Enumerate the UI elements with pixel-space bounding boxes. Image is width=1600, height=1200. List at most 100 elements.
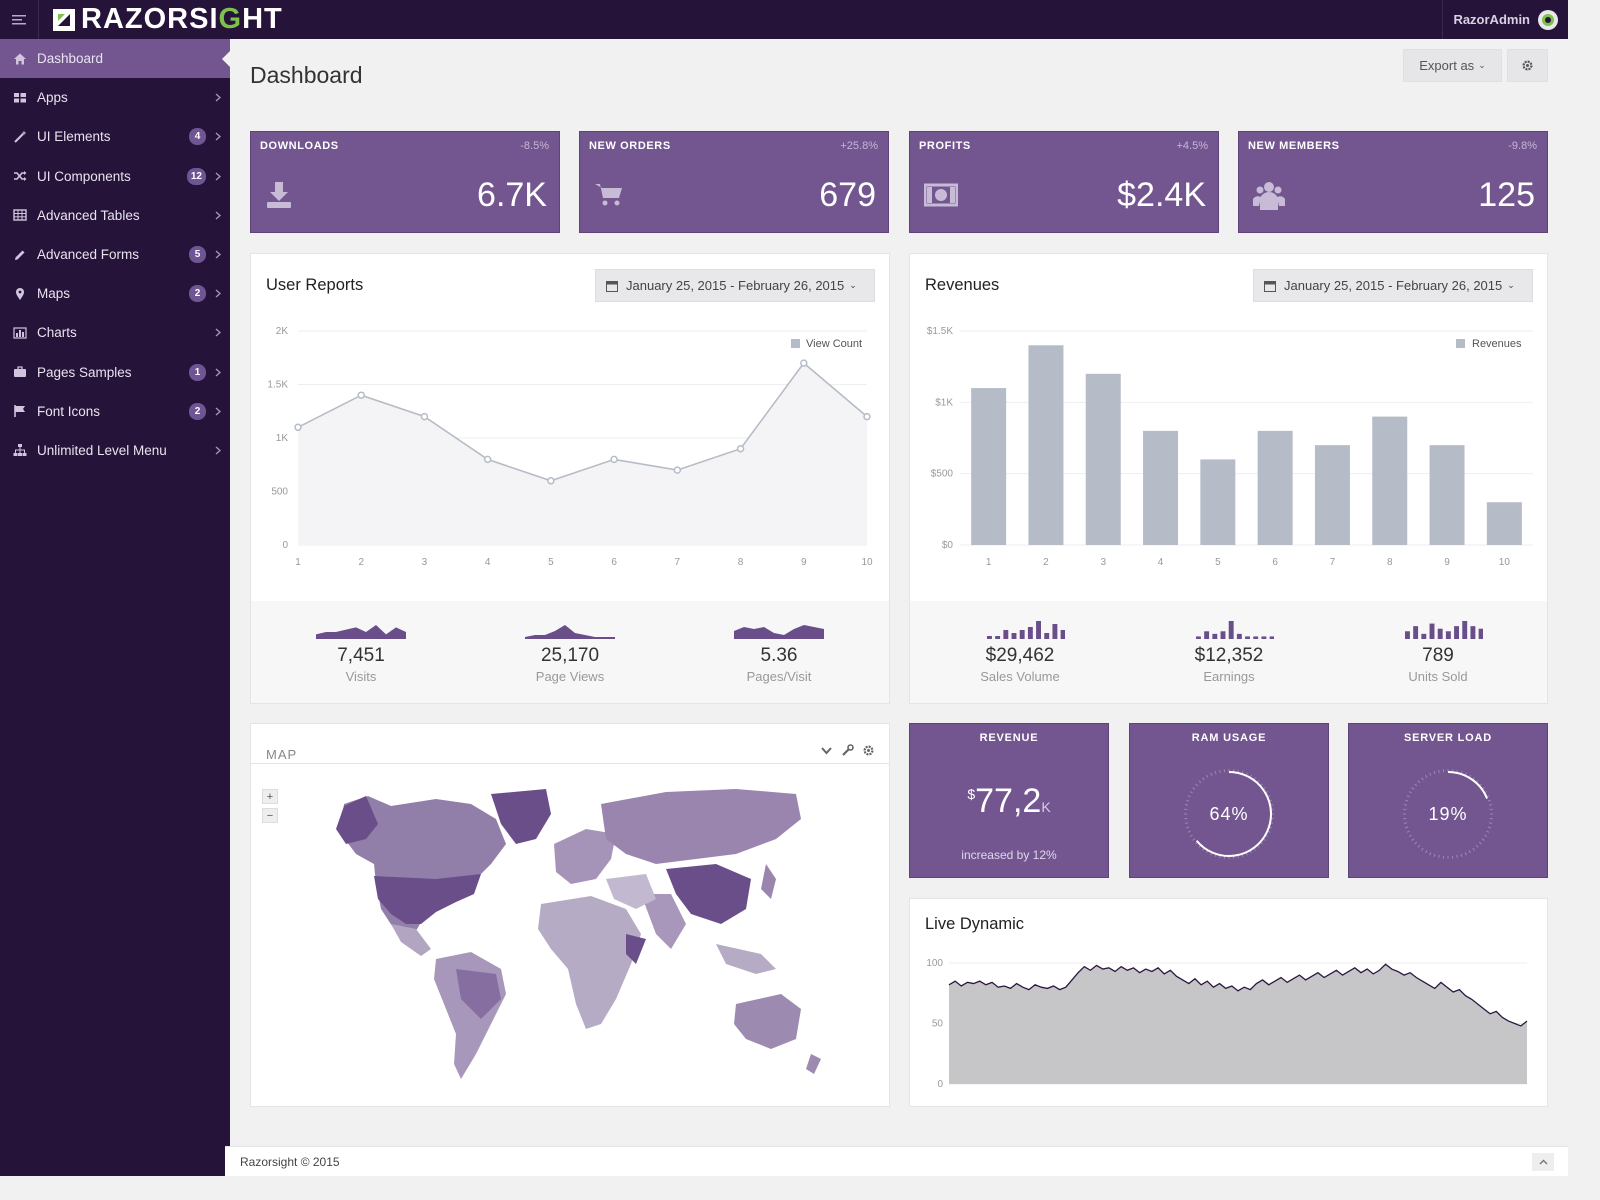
sidebar-item-label: Advanced Tables: [37, 207, 140, 223]
briefcase-icon: [13, 365, 27, 379]
sparkline-bar: [1044, 633, 1050, 639]
bar: [1314, 445, 1350, 545]
gauge-tick: [1429, 772, 1432, 776]
sidebar-item-maps[interactable]: Maps 2: [0, 274, 230, 313]
sparkline: [316, 625, 406, 639]
user-menu[interactable]: RazorAdmin: [1442, 0, 1568, 39]
summary-label: Page Views: [535, 669, 605, 684]
sidebar-item-charts[interactable]: Charts: [0, 313, 230, 352]
gauge-tick: [1189, 791, 1193, 794]
tile-label: SERVER LOAD: [1403, 732, 1493, 744]
brand-logo[interactable]: RAZORSI G HT: [53, 3, 283, 36]
gauge-tick: [1187, 830, 1191, 833]
logo-mark-icon: [53, 8, 75, 31]
panel-title: Revenues: [925, 276, 1000, 294]
world-map[interactable]: [296, 784, 856, 1094]
panel-title: User Reports: [266, 276, 364, 294]
map-marker-icon: [13, 287, 27, 301]
sidebar-item-font-icons[interactable]: Font Icons 2: [0, 392, 230, 431]
x-tick-label: 6: [611, 557, 617, 568]
data-point: [357, 391, 365, 399]
live-dynamic-panel: Live Dynamic 0 50 100: [909, 898, 1548, 1107]
money-icon: [924, 180, 958, 212]
date-range-label: January 25, 2015 - February 26, 2015: [1284, 278, 1503, 293]
scroll-to-top-button[interactable]: [1532, 1153, 1554, 1171]
ram-usage-value: 64%: [1209, 804, 1249, 824]
bar: [1143, 430, 1179, 545]
sparkline-bar: [1019, 630, 1025, 639]
map-region-mexico: [391, 924, 431, 956]
date-range-picker[interactable]: January 25, 2015 - February 26, 2015 ⌄: [595, 269, 875, 302]
stat-value: 679: [819, 176, 876, 214]
chevron-down-icon[interactable]: [820, 744, 833, 757]
sidebar-item-pages-samples[interactable]: Pages Samples 1: [0, 353, 230, 392]
summary-stat: 7,451 Visits: [291, 619, 431, 684]
data-point: [736, 444, 745, 453]
user-reports-summary: 7,451 Visits 25,170 Page Views 5.36 Pages/Vis…: [251, 601, 889, 703]
sidebar-item-unlimited-level-menu[interactable]: Unlimited Level Menu: [0, 431, 230, 470]
gauge-tick: [1472, 847, 1475, 851]
gear-icon[interactable]: [862, 744, 875, 757]
revenue-unit: K: [1041, 799, 1051, 815]
settings-button[interactable]: [1507, 49, 1548, 82]
gauge-tick: [1411, 838, 1415, 841]
sparkline-bar: [1478, 628, 1483, 639]
y-tick-label: 1.5K: [267, 380, 288, 391]
gauge-tick: [1405, 826, 1409, 829]
stat-change: +4.5%: [1176, 140, 1209, 152]
chevron-right-icon: [215, 289, 221, 298]
map-region-new-zealand: [806, 1054, 821, 1074]
x-tick-label: 1: [295, 557, 301, 568]
sparkline-bar: [1228, 621, 1234, 639]
gauge-tick: [1210, 772, 1213, 776]
gauge-tick: [1192, 787, 1196, 790]
gauge-tick: [1438, 854, 1440, 859]
gauge-tick: [1411, 787, 1415, 790]
data-point: [420, 412, 429, 421]
sidebar-item-ui-elements[interactable]: UI Elements 4: [0, 117, 230, 156]
gauge-tick: [1206, 774, 1209, 778]
map-region-russia: [601, 789, 801, 864]
sparkline-bar: [1036, 621, 1041, 639]
sparkline-bar: [1462, 621, 1468, 639]
x-tick-label: 10: [1499, 557, 1511, 568]
sparkline: [525, 625, 615, 639]
sidebar-item-apps[interactable]: Apps: [0, 78, 230, 117]
flag-icon: [13, 404, 27, 418]
sidebar-item-advanced-tables[interactable]: Advanced Tables: [0, 196, 230, 235]
stat-value: 125: [1478, 176, 1535, 214]
table-icon: [13, 208, 27, 222]
sparkline-bar: [1437, 628, 1443, 639]
bar: [1200, 459, 1236, 545]
sparkline-bar: [1470, 626, 1476, 639]
chevron-down-icon: ⌄: [849, 280, 857, 290]
y-tick-label: 500: [271, 487, 288, 498]
bar: [1486, 502, 1522, 545]
gauge-tick: [1478, 841, 1482, 845]
map-zoom-out-button[interactable]: −: [262, 808, 278, 823]
sparkline-bar: [1405, 631, 1410, 639]
x-tick-label: 2: [1043, 557, 1049, 568]
sidebar-item-advanced-forms[interactable]: Advanced Forms 5: [0, 235, 230, 274]
map-zoom-in-button[interactable]: +: [262, 789, 278, 804]
sidebar-item-label: Dashboard: [37, 51, 104, 67]
gauge-tick: [1456, 854, 1458, 859]
wrench-icon[interactable]: [841, 744, 854, 757]
export-as-button[interactable]: Export as ⌄: [1403, 49, 1502, 82]
y-tick-label: 100: [926, 958, 943, 969]
date-range-picker[interactable]: January 25, 2015 - February 26, 2015 ⌄: [1253, 269, 1533, 302]
legend-swatch: [791, 339, 800, 348]
page-title: Dashboard: [250, 62, 363, 88]
currency-symbol: $: [967, 786, 976, 802]
x-tick-label: 5: [548, 557, 554, 568]
sidebar-item-ui-components[interactable]: UI Components 12: [0, 157, 230, 196]
gauge-tick: [1484, 834, 1488, 837]
y-tick-label: $500: [931, 469, 954, 480]
sidebar-item-dashboard[interactable]: Dashboard: [0, 39, 230, 79]
sidebar-item-label: Unlimited Level Menu: [37, 442, 167, 458]
x-tick-label: 4: [1158, 557, 1164, 568]
pencil-icon: [13, 248, 27, 262]
summary-stat: $12,352 Earnings: [1159, 619, 1299, 684]
menu-toggle-button[interactable]: [0, 0, 39, 39]
sparkline-bar: [1212, 633, 1218, 639]
